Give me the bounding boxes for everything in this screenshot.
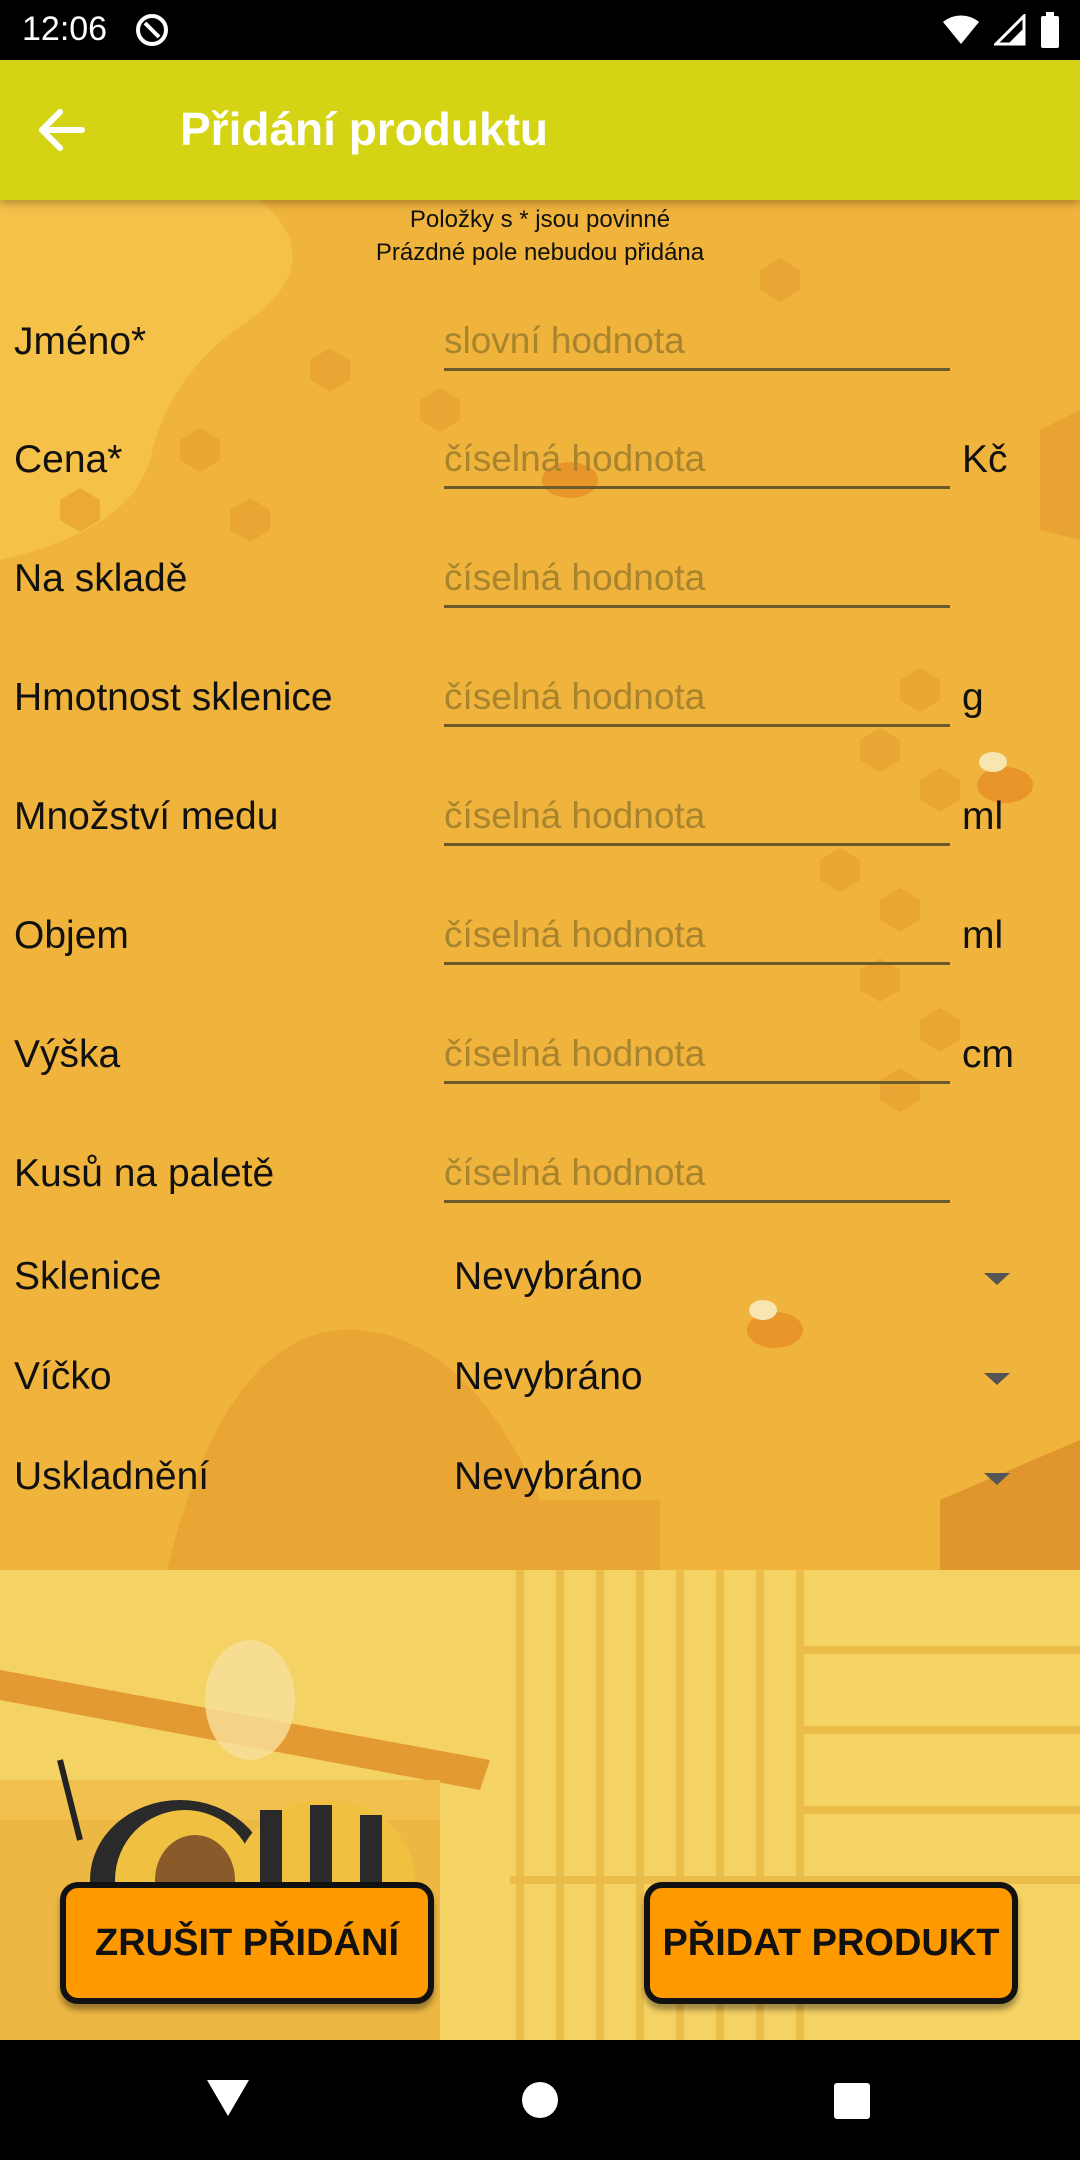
pieces-per-pallet-label: Kusů na paletě [14,1152,275,1195]
height-unit: cm [962,1033,1014,1076]
volume-label: Objem [14,914,129,957]
cancel-add-button[interactable]: ZRUŠIT PŘIDÁNÍ [60,1882,434,2004]
nav-home-icon[interactable] [522,2082,558,2118]
price-unit: Kč [962,438,1008,481]
lid-label: Víčko [14,1355,112,1398]
height-field[interactable] [444,1027,950,1084]
stock-field[interactable] [444,551,950,608]
honey-amount-label: Množství medu [14,795,279,838]
jar-weight-field[interactable] [444,670,950,727]
name-label: Jméno* [14,320,147,363]
battery-icon [1040,12,1060,53]
storage-spinner[interactable]: Nevybráno [444,1443,1034,1513]
wifi-icon [942,14,980,51]
dropdown-arrow-icon [984,1473,1010,1485]
price-label: Cena* [14,438,123,481]
lid-spinner-value: Nevybráno [454,1355,643,1398]
page-title: Přidání produktu [180,103,548,155]
dropdown-arrow-icon [984,1373,1010,1385]
volume-unit: ml [962,914,1004,957]
height-label: Výška [14,1033,121,1076]
jar-label: Sklenice [14,1255,162,1298]
notification-icon [134,12,170,53]
nav-recent-apps-icon[interactable] [834,2083,870,2119]
empty-fields-hint: Prázdné pole nebudou přidána [375,239,705,266]
storage-spinner-value: Nevybráno [454,1455,643,1498]
signal-icon [992,12,1026,51]
nav-back-icon[interactable] [205,2078,251,2123]
price-field[interactable] [444,432,950,489]
required-fields-hint: Položky s * jsou povinné [409,206,671,233]
honey-amount-field[interactable] [444,789,950,846]
pieces-per-pallet-field[interactable] [444,1146,950,1203]
jar-spinner[interactable]: Nevybráno [444,1243,1034,1313]
honey-amount-unit: ml [962,795,1004,838]
navigation-bar [0,2040,1080,2160]
jar-spinner-value: Nevybráno [454,1255,643,1298]
status-bar: 12:06 [0,0,1080,60]
status-time: 12:06 [22,10,108,48]
lid-spinner[interactable]: Nevybráno [444,1343,1034,1413]
dropdown-arrow-icon [984,1273,1010,1285]
jar-weight-unit: g [962,676,984,719]
app-bar: Přidání produktu [0,60,1080,200]
add-product-button[interactable]: PŘIDAT PRODUKT [644,1882,1018,2004]
storage-label: Uskladnění [14,1455,210,1498]
volume-field[interactable] [444,908,950,965]
back-arrow-icon[interactable] [30,98,110,162]
jar-weight-label: Hmotnost sklenice [14,676,333,719]
name-field[interactable] [444,314,950,371]
stock-label: Na skladě [14,557,188,600]
